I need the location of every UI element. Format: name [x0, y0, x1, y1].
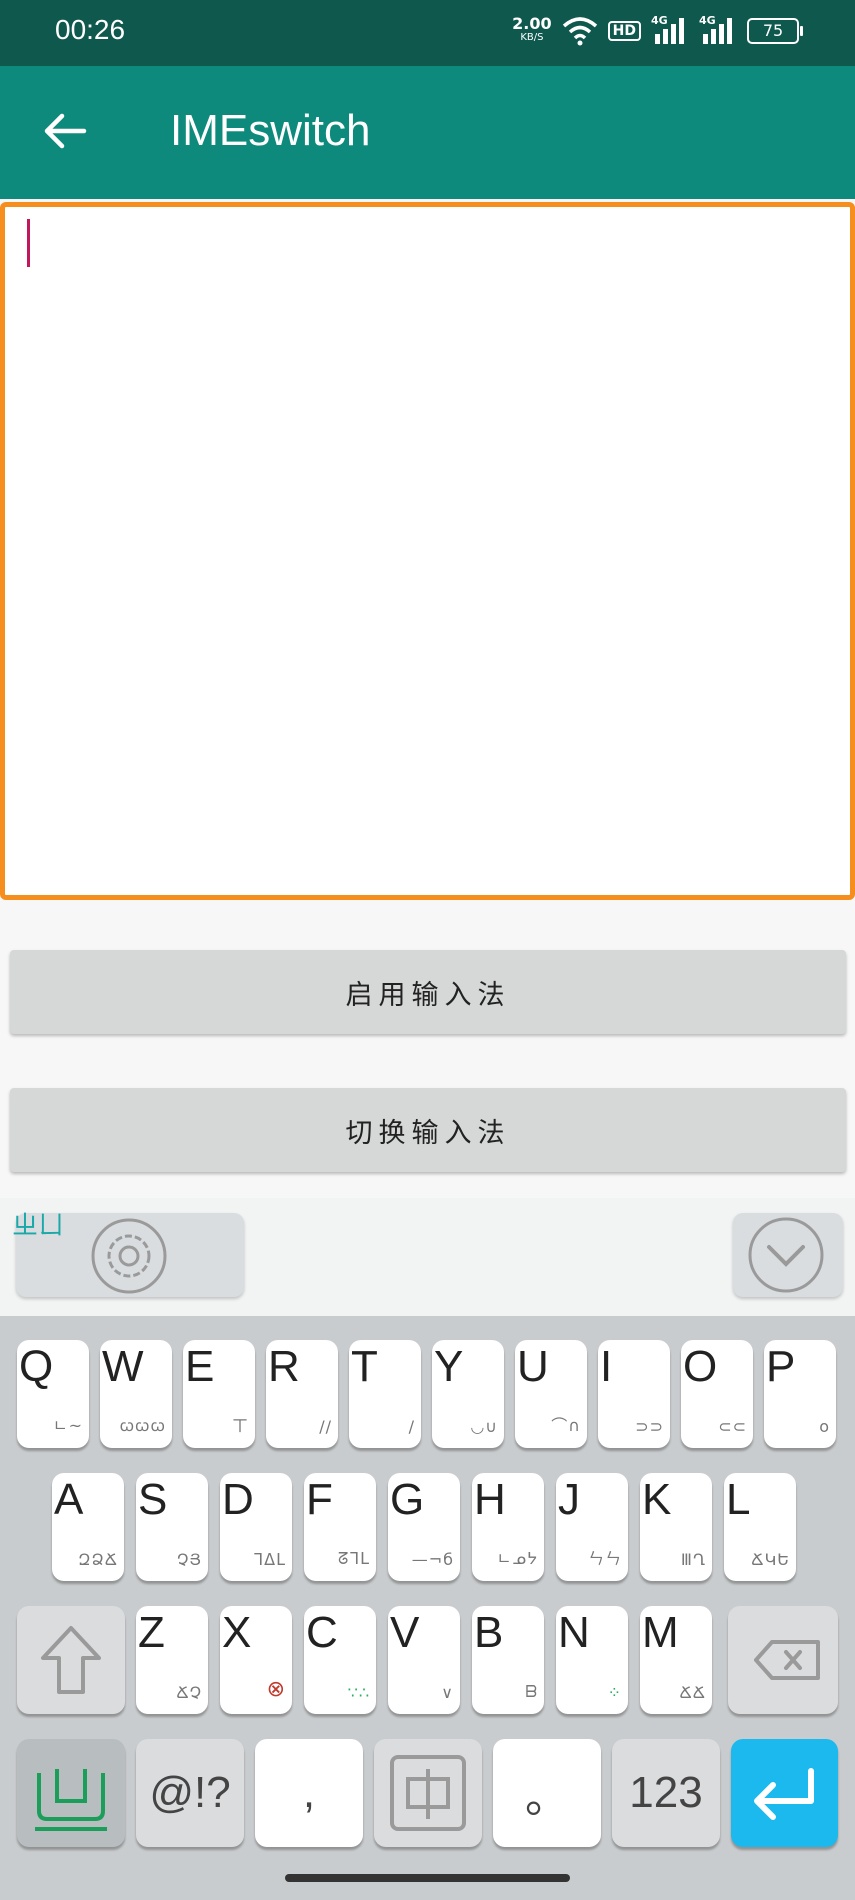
- symbols-key[interactable]: @!?: [136, 1739, 244, 1847]
- key-e[interactable]: Eㄒ: [183, 1340, 255, 1448]
- status-time: 00:26: [55, 14, 126, 45]
- period-key[interactable]: 。: [493, 1739, 601, 1847]
- backspace-key[interactable]: [728, 1606, 838, 1714]
- text-cursor: [27, 219, 30, 267]
- gear-icon[interactable]: [91, 1218, 167, 1294]
- hide-keyboard-button[interactable]: [733, 1213, 843, 1297]
- shift-key[interactable]: [17, 1606, 125, 1714]
- back-arrow-icon[interactable]: [40, 106, 90, 156]
- keyboard: Q ㄴ~ Wꞷꞷꞷ Eㄒ R// T / Y ◡∪ U ⌒∩ I ⊃⊃ O ⊂⊂ Po AԶ…: [0, 1316, 855, 1900]
- enter-arrow-icon: [754, 1768, 814, 1820]
- key-q[interactable]: Q ㄴ~: [17, 1340, 89, 1448]
- wifi-icon: [562, 17, 597, 46]
- network-speed: 2.00 KB/S: [512, 14, 552, 44]
- key-n[interactable]: N ⁘: [556, 1606, 628, 1714]
- ime-logo-icon: [35, 1769, 107, 1831]
- chevron-down-icon: [748, 1217, 824, 1293]
- key-v[interactable]: V ∨: [388, 1606, 460, 1714]
- battery-icon: 75: [747, 18, 803, 44]
- key-s[interactable]: S ՉՅ: [136, 1473, 208, 1581]
- key-z[interactable]: Z ՃՉ: [136, 1606, 208, 1714]
- comma-key[interactable]: ,: [255, 1739, 363, 1847]
- key-b[interactable]: Bᗷ: [472, 1606, 544, 1714]
- keyboard-toolbar: ㄓㄩ: [0, 1198, 855, 1316]
- key-w[interactable]: Wꞷꞷꞷ: [100, 1340, 172, 1448]
- enter-key[interactable]: [731, 1739, 838, 1847]
- key-h[interactable]: H ㄴᓄᔭ: [472, 1473, 544, 1581]
- key-t[interactable]: T /: [349, 1340, 421, 1448]
- key-l[interactable]: L ՃԿԵ: [724, 1473, 796, 1581]
- app-bar: IMEswitch: [0, 66, 855, 199]
- chinese-input-icon: [390, 1755, 466, 1831]
- status-icons: 2.00 KB/S HD 4G 4G 75: [512, 14, 803, 46]
- enable-ime-button[interactable]: 启用输入法: [10, 950, 846, 1034]
- key-a[interactable]: A ԶՁՃ: [52, 1473, 124, 1581]
- key-u[interactable]: U ⌒∩: [515, 1340, 587, 1448]
- key-d[interactable]: D ᒣᐃᒪ: [220, 1473, 292, 1581]
- key-f[interactable]: F ᘔᒣᒪ: [304, 1473, 376, 1581]
- key-r[interactable]: R//: [266, 1340, 338, 1448]
- key-i[interactable]: I ⊃⊃: [598, 1340, 670, 1448]
- key-p[interactable]: Po: [764, 1340, 836, 1448]
- key-c[interactable]: C ∵∴: [304, 1606, 376, 1714]
- key-m[interactable]: M ՃՃ: [640, 1606, 712, 1714]
- keyboard-settings-panel: ㄓㄩ: [12, 1211, 244, 1297]
- language-switch-key[interactable]: [374, 1739, 482, 1847]
- home-indicator[interactable]: [285, 1874, 570, 1882]
- switch-ime-button[interactable]: 切换输入法: [10, 1088, 846, 1172]
- status-bar: 00:26 2.00 KB/S HD 4G 4G 75: [0, 0, 855, 66]
- signal-icon-2: 4G: [699, 14, 737, 46]
- signal-icon-1: 4G: [651, 14, 689, 46]
- key-y[interactable]: Y ◡∪: [432, 1340, 504, 1448]
- key-j[interactable]: J ㄣㄣ: [556, 1473, 628, 1581]
- ime-switch-key[interactable]: [17, 1739, 125, 1847]
- key-g[interactable]: G —¬б: [388, 1473, 460, 1581]
- key-x[interactable]: X ⊗: [220, 1606, 292, 1714]
- backspace-icon: [754, 1640, 820, 1680]
- numbers-key[interactable]: 123: [612, 1739, 720, 1847]
- key-o[interactable]: O ⊂⊂: [681, 1340, 753, 1448]
- page-title: IMEswitch: [170, 106, 371, 155]
- ime-logo: ㄓㄩ: [12, 1211, 65, 1241]
- key-k[interactable]: K ⅢՂ: [640, 1473, 712, 1581]
- shift-arrow-icon: [41, 1626, 101, 1694]
- text-input-area[interactable]: [0, 202, 855, 900]
- hd-voice-icon: HD: [607, 21, 641, 41]
